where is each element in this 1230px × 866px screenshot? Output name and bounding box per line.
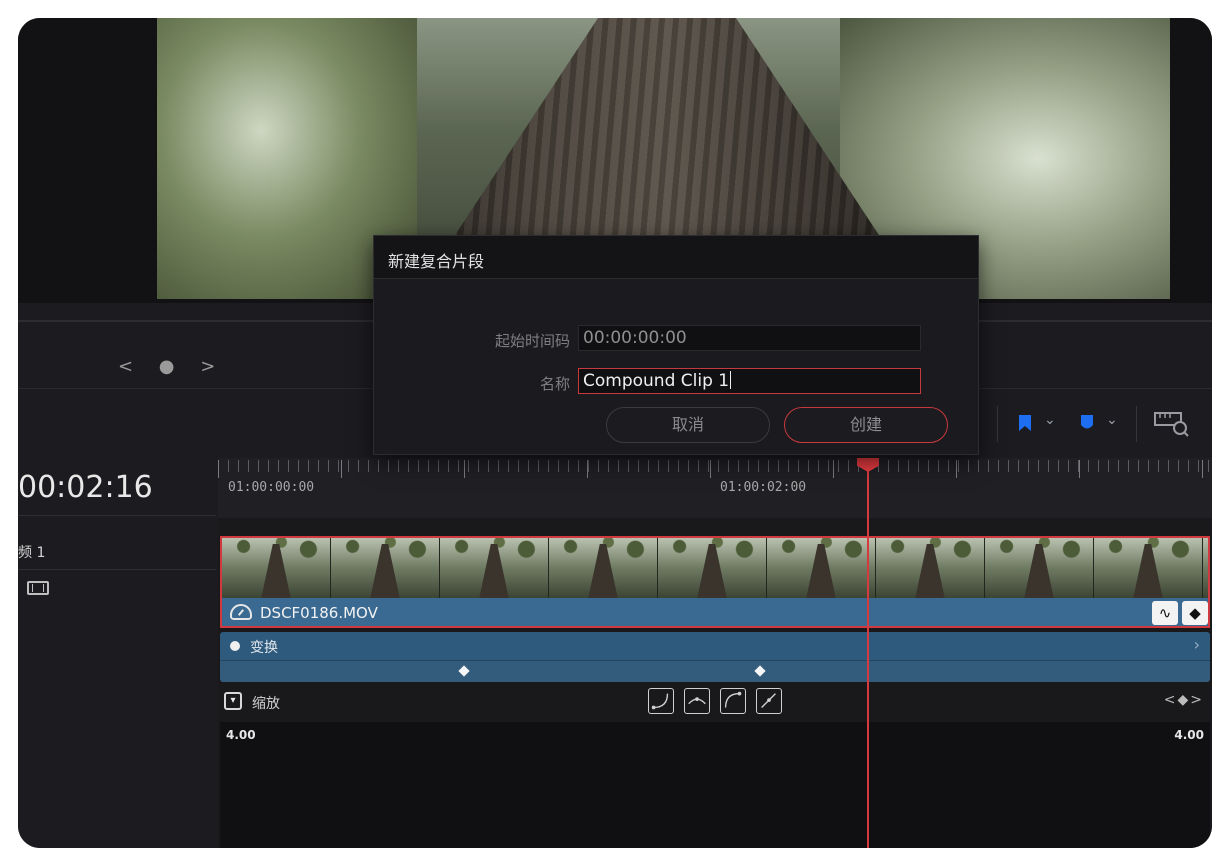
dropdown-icon[interactable]: ▾: [224, 692, 242, 710]
clip-thumbnails: [222, 538, 1208, 598]
keyframe-nav[interactable]: <◆>: [1164, 692, 1204, 708]
toolbar-separator: [997, 406, 998, 442]
keyframe-icon[interactable]: ◆: [1182, 601, 1208, 625]
toolbar-separator: [1136, 406, 1137, 442]
graph-value-left: 4.00: [226, 728, 256, 742]
name-field-value: Compound Clip 1: [583, 371, 730, 391]
ease-in-icon[interactable]: [648, 688, 674, 714]
graph-value-right: 4.00: [1174, 728, 1204, 742]
keyframe-marker[interactable]: [458, 665, 470, 677]
speed-icon[interactable]: [230, 604, 252, 620]
track-header-panel: [18, 458, 216, 848]
video-clip[interactable]: DSCF0186.MOV ∿ ◆: [220, 536, 1210, 628]
track-label: 频 1: [18, 545, 46, 561]
curve-icon[interactable]: ∿: [1152, 601, 1178, 625]
text-caret: [730, 371, 732, 389]
name-label: 名称: [539, 375, 570, 393]
dialog-header: 新建复合片段: [374, 236, 978, 279]
curve-graph[interactable]: 4.00 4.00: [220, 722, 1210, 848]
chevron-down-icon[interactable]: ⌄: [1106, 412, 1118, 428]
name-field[interactable]: Compound Clip 1: [578, 368, 921, 394]
divider: [18, 569, 216, 570]
new-compound-clip-dialog: 新建复合片段 起始时间码 00:00:00:00 名称 Compound Cli…: [373, 235, 979, 455]
clip-name: DSCF0186.MOV: [260, 604, 378, 622]
scale-label: 缩放: [252, 696, 280, 712]
keyframe-marker[interactable]: [754, 665, 766, 677]
start-timecode-field[interactable]: 00:00:00:00: [578, 325, 921, 351]
flag-marker-icon[interactable]: [1018, 414, 1032, 432]
scale-row: ▾ 缩放 <◆>: [220, 684, 1210, 722]
timeline-ruler[interactable]: 01:00:00:00 01:00:02:00: [218, 458, 1212, 518]
linear-icon[interactable]: [756, 688, 782, 714]
ruler-major-ticks: [218, 460, 1212, 478]
zoom-ruler-icon[interactable]: [1154, 410, 1190, 438]
ruler-label: 01:00:00:00: [228, 480, 315, 495]
film-icon[interactable]: [27, 581, 49, 595]
playhead-line[interactable]: [867, 470, 869, 848]
dialog-title: 新建复合片段: [388, 252, 485, 271]
ruler-label: 01:00:02:00: [720, 480, 807, 495]
ease-both-icon[interactable]: [684, 688, 710, 714]
clip-name-bar: DSCF0186.MOV ∿ ◆: [222, 598, 1208, 626]
start-timecode-label: 起始时间码: [494, 332, 570, 350]
ease-out-icon[interactable]: [720, 688, 746, 714]
cancel-button[interactable]: 取消: [606, 407, 770, 443]
keyframe-dot-icon[interactable]: [230, 641, 240, 651]
transform-row[interactable]: 变换 ›: [220, 632, 1210, 660]
create-button[interactable]: 创建: [784, 407, 948, 443]
shield-marker-icon[interactable]: [1080, 414, 1094, 432]
chevron-down-icon[interactable]: ⌄: [1044, 412, 1056, 428]
clip-pager[interactable]: < ● >: [118, 356, 225, 377]
timeline-timecode: 00:02:16: [18, 470, 153, 505]
chevron-right-icon[interactable]: ›: [1194, 635, 1200, 654]
keyframe-lane: [220, 660, 1210, 682]
transform-label: 变换: [250, 640, 278, 656]
divider: [18, 515, 216, 516]
app-window: < ● > ⌄ ⌄ 00:02:16 频 1 01:00:00:00 01:00…: [18, 18, 1212, 848]
